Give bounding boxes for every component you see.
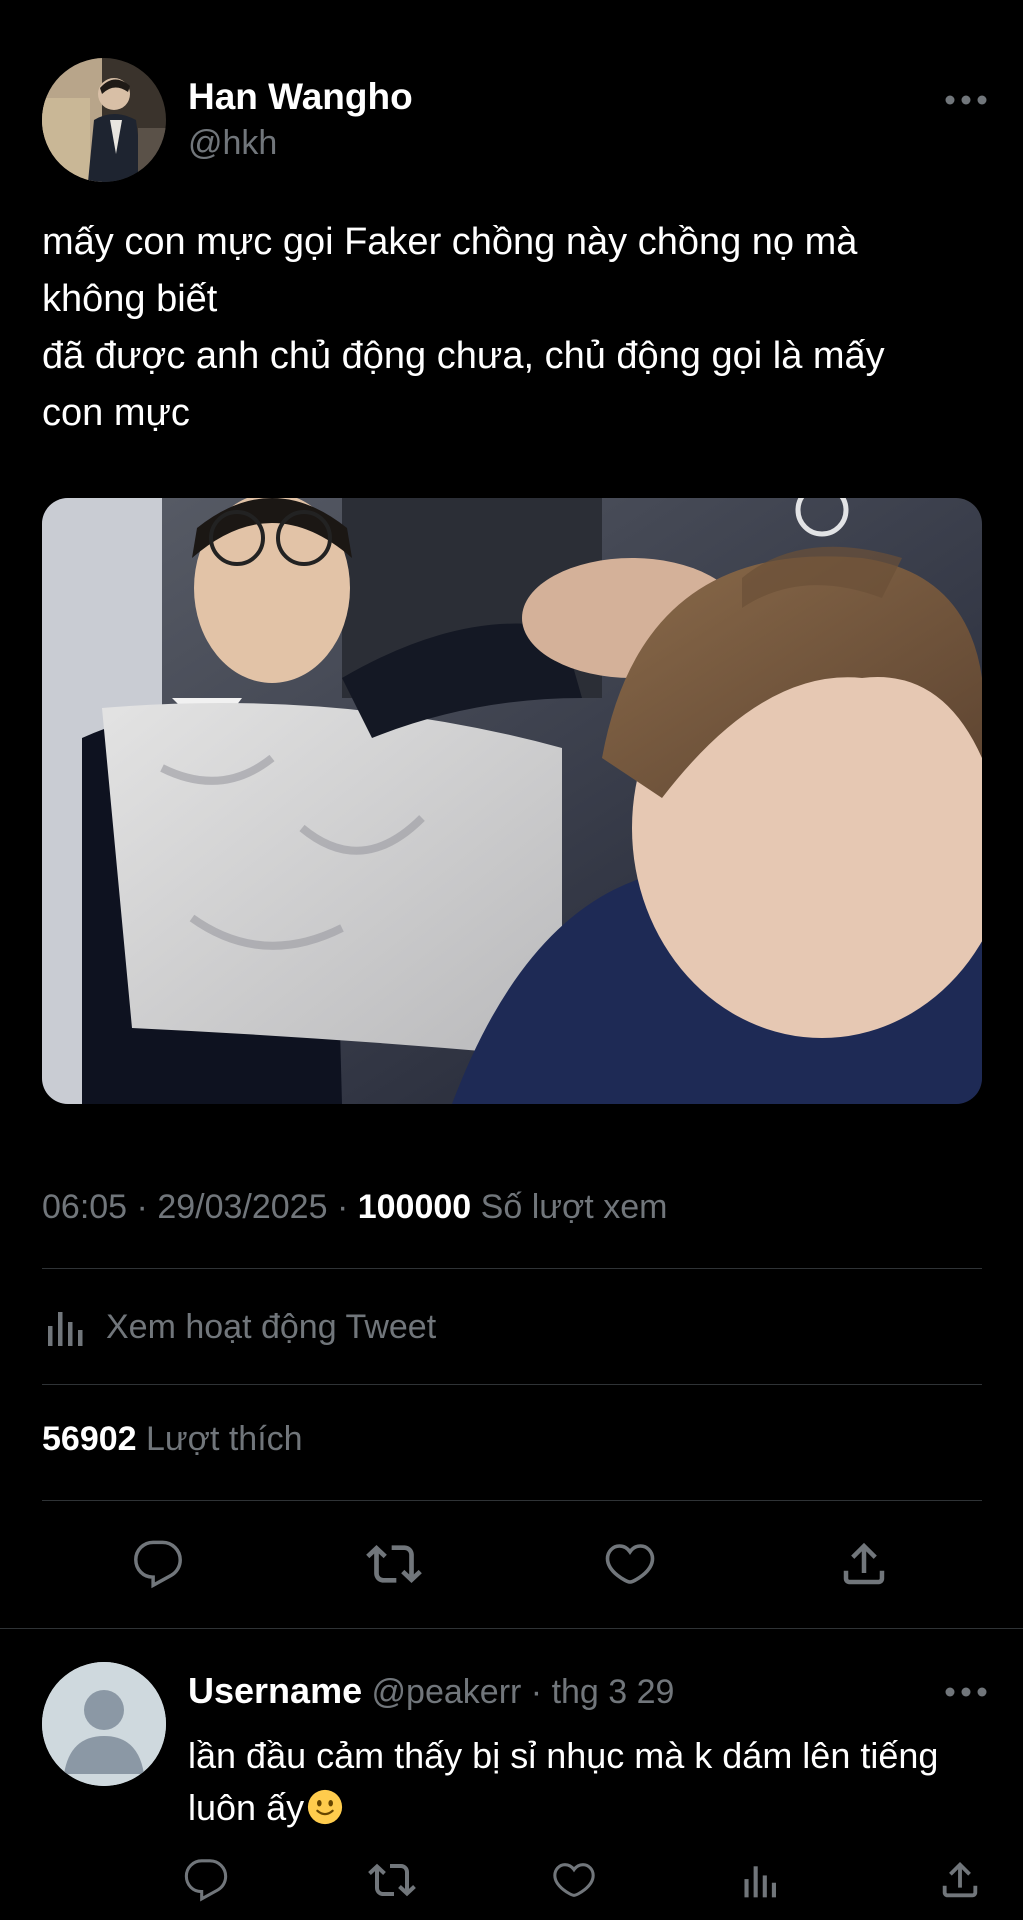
slightly-smiling-face-emoji xyxy=(307,1789,343,1825)
reply-header: Username @peakerr · thg 3 29 xyxy=(188,1670,674,1712)
share-button[interactable] xyxy=(834,1534,894,1594)
reply-icon xyxy=(184,1859,228,1902)
reply-share-button[interactable] xyxy=(932,1852,988,1908)
tweet-text: mấy con mực gọi Faker chồng này chồng nọ… xyxy=(42,214,982,442)
retweet-icon xyxy=(366,1545,422,1583)
more-horizontal-icon xyxy=(945,95,987,105)
default-user-icon xyxy=(42,1662,166,1786)
reply-icon xyxy=(134,1540,182,1589)
tweet-date: 29/03/2025 xyxy=(157,1188,328,1226)
divider xyxy=(42,1268,982,1269)
reply-retweet-button[interactable] xyxy=(364,1852,420,1908)
likes-label: Lượt thích xyxy=(146,1420,303,1458)
reply-text-line-2: luôn ấy xyxy=(188,1782,1008,1834)
tweet-media-photo[interactable] xyxy=(42,498,982,1104)
reply-avatar[interactable] xyxy=(42,1662,166,1786)
views-label: Số lượt xem xyxy=(480,1188,668,1226)
reply-analytics-button[interactable] xyxy=(732,1852,788,1908)
reply-author-name[interactable]: Username xyxy=(188,1670,362,1711)
reply-text-line: lần đầu cảm thấy bị sỉ nhục mà k dám lên… xyxy=(188,1735,939,1776)
share-icon xyxy=(942,1861,978,1898)
reply-reply-button[interactable] xyxy=(178,1852,234,1908)
tweet-text-line: con mực xyxy=(42,392,190,434)
tweet-text-line: không biết xyxy=(42,278,218,320)
photo-thumbnail xyxy=(42,498,982,1104)
retweet-button[interactable] xyxy=(364,1534,424,1594)
reply-author-handle[interactable]: @peakerr xyxy=(372,1673,522,1711)
retweet-icon xyxy=(368,1863,416,1897)
tweet-timestamp: 06:05 · 29/03/2025 · 100000 Số lượt xem xyxy=(42,1188,667,1227)
likes-count: 56902 xyxy=(42,1420,137,1458)
like-icon xyxy=(553,1863,595,1897)
reply-button[interactable] xyxy=(128,1534,188,1594)
reply-more-options-button[interactable] xyxy=(942,1684,990,1700)
view-activity-label: Xem hoạt động Tweet xyxy=(106,1307,437,1346)
more-horizontal-icon xyxy=(945,1687,987,1697)
meta-separator: · xyxy=(530,1673,543,1711)
view-tweet-activity-link[interactable]: Xem hoạt động Tweet xyxy=(42,1302,436,1352)
meta-separator: · xyxy=(136,1188,148,1226)
like-icon xyxy=(605,1544,655,1584)
divider xyxy=(42,1500,982,1501)
more-options-button[interactable] xyxy=(942,92,990,108)
reply-text: lần đầu cảm thấy bị sỉ nhục mà k dám lên… xyxy=(188,1730,1008,1834)
author-name[interactable]: Han Wangho xyxy=(188,76,413,118)
tweet-time: 06:05 xyxy=(42,1188,128,1226)
analytics-icon xyxy=(744,1866,776,1898)
reply-text-line: luôn ấy xyxy=(188,1787,305,1828)
reply-like-button[interactable] xyxy=(546,1852,602,1908)
divider xyxy=(0,1628,1023,1629)
tweet-text-line: mấy con mực gọi Faker chồng này chồng nọ… xyxy=(42,221,858,263)
author-avatar[interactable] xyxy=(42,58,166,182)
author-handle[interactable]: @hkh xyxy=(188,124,277,163)
meta-separator: · xyxy=(336,1188,349,1226)
tweet-text-line: đã được anh chủ động chưa, chủ động gọi … xyxy=(42,335,885,377)
share-icon xyxy=(843,1542,885,1585)
views-count: 100000 xyxy=(357,1188,472,1226)
like-button[interactable] xyxy=(600,1534,660,1594)
avatar-photo-icon xyxy=(42,58,166,182)
analytics-icon xyxy=(48,1312,83,1346)
reply-date: thg 3 29 xyxy=(551,1673,675,1711)
divider xyxy=(42,1384,982,1385)
likes-summary[interactable]: 56902 Lượt thích xyxy=(42,1420,303,1459)
